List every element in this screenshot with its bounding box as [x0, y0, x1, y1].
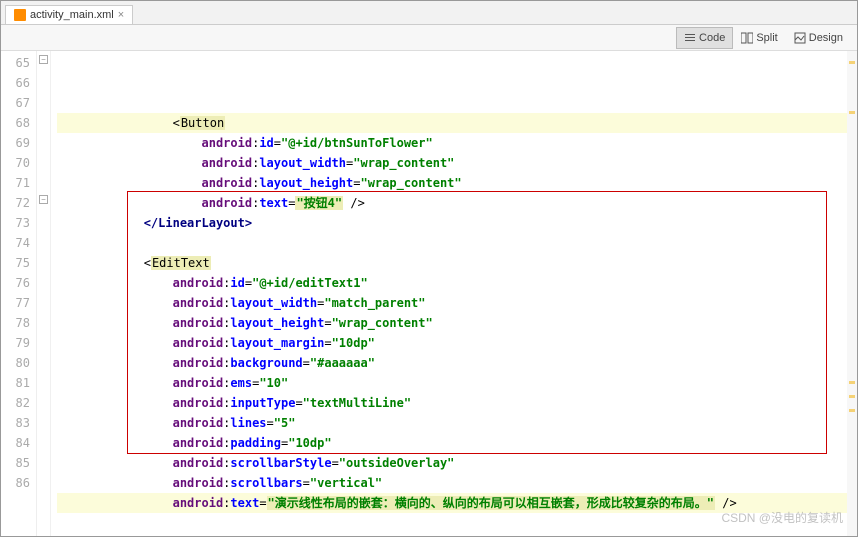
code-editor[interactable]: 6566676869707172737475767778798081828384… — [1, 51, 857, 536]
tab-bar: activity_main.xml × — [1, 1, 857, 25]
code-icon — [684, 32, 696, 44]
close-icon[interactable]: × — [118, 9, 124, 21]
tab-filename: activity_main.xml — [30, 9, 114, 21]
xml-file-icon — [14, 9, 26, 21]
fold-toggle[interactable]: − — [39, 55, 48, 64]
view-code-button[interactable]: Code — [676, 27, 733, 49]
design-icon — [794, 32, 806, 44]
view-toolbar: Code Split Design — [1, 25, 857, 51]
file-tab[interactable]: activity_main.xml × — [5, 5, 133, 24]
split-icon — [741, 32, 753, 44]
fold-toggle[interactable]: − — [39, 195, 48, 204]
line-gutter: 6566676869707172737475767778798081828384… — [1, 51, 37, 536]
view-split-button[interactable]: Split — [733, 27, 785, 49]
marker-bar — [847, 51, 857, 536]
fold-gutter: − − — [37, 51, 51, 536]
watermark: CSDN @没电的复读机 — [721, 509, 843, 526]
code-area[interactable]: <Button android:id="@+id/btnSunToFlower"… — [51, 51, 857, 536]
view-design-button[interactable]: Design — [786, 27, 851, 49]
